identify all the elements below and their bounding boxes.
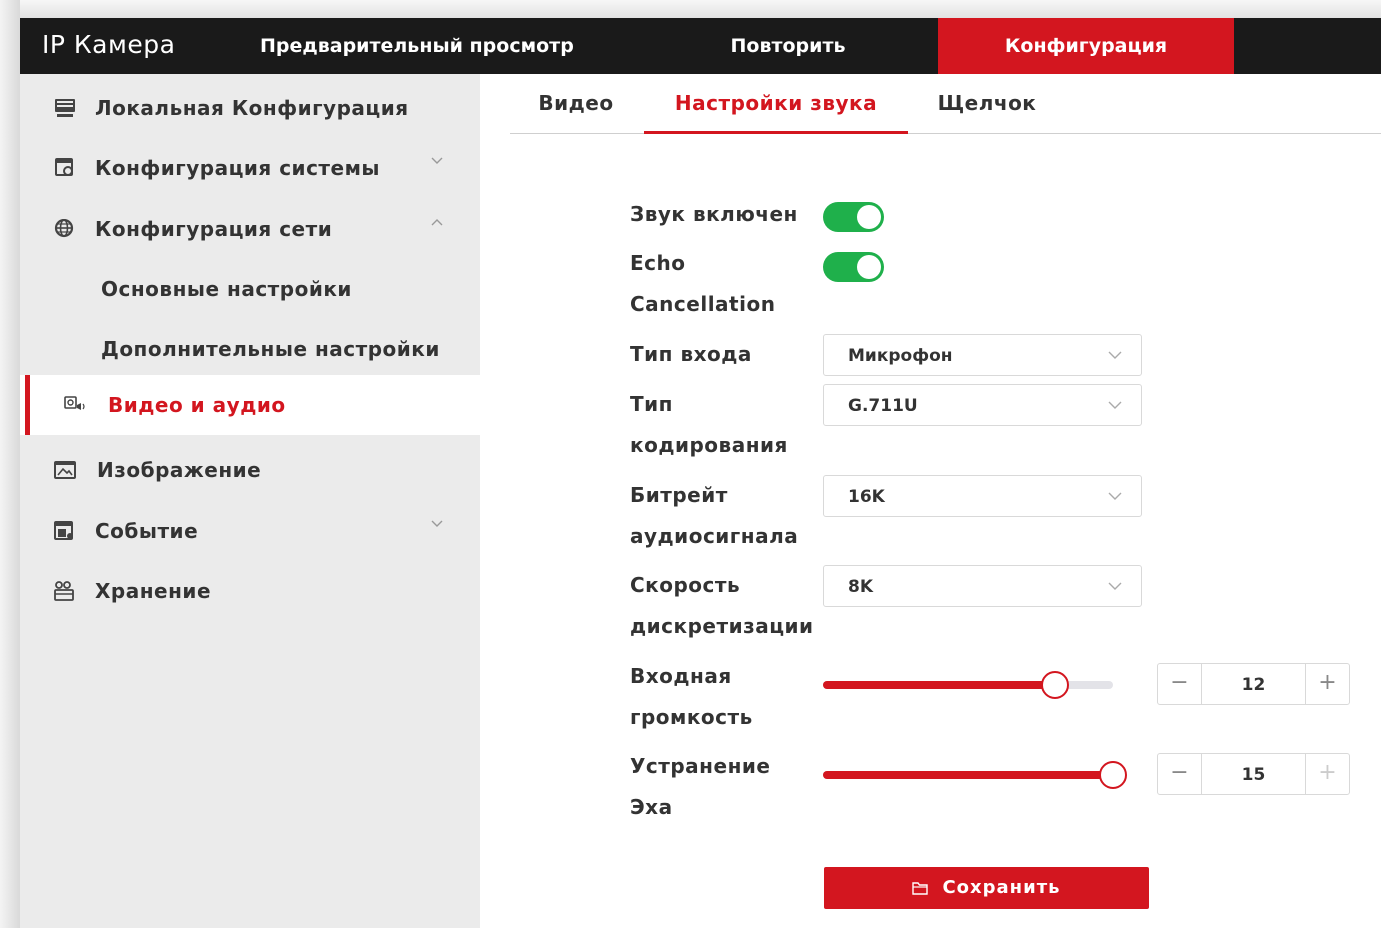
sidebar-item-local-config[interactable]: Локальная Конфигурация [20,78,480,138]
sidebar-item-network-config[interactable]: Конфигурация сети [20,199,480,259]
slider-thumb[interactable] [1099,761,1127,789]
save-button[interactable]: Сохранить [824,867,1149,909]
echo-removal-slider[interactable] [823,761,1127,789]
audio-bitrate-select[interactable]: 16K [823,475,1142,517]
nav-preview[interactable]: Предварительный просмотр [260,18,610,74]
sample-rate-label-line1: Скорость [630,573,741,597]
increment-button[interactable]: + [1305,664,1349,704]
input-volume-label: Входная громкость [630,656,820,738]
chevron-down-icon [1108,401,1122,409]
echo-removal-label-line1: Устранение [630,754,771,778]
sidebar-item-basic-settings[interactable]: Основные настройки [20,259,480,319]
sidebar-item-storage[interactable]: Хранение [20,561,480,621]
image-icon [54,461,76,479]
select-value: 16K [848,487,885,507]
toggle-knob [857,205,881,229]
chevron-up-icon[interactable] [430,215,444,229]
sidebar-item-event[interactable]: Событие [20,501,480,561]
input-volume-slider[interactable] [823,671,1123,699]
sample-rate-label-line2: дискретизации [630,614,814,638]
input-volume-value[interactable]: 12 [1202,664,1305,706]
chevron-down-icon [1108,582,1122,590]
encoding-type-label-line2: кодирования [630,433,788,457]
sample-rate-select[interactable]: 8K [823,565,1142,607]
sidebar-item-label: Локальная Конфигурация [95,96,409,120]
sample-rate-label: Скорость дискретизации [630,565,820,647]
sidebar-item-label: Основные настройки [101,277,352,301]
input-type-select[interactable]: Микрофон [823,334,1142,376]
sidebar: Локальная Конфигурация Конфигурация сист… [20,74,480,928]
folder-icon [912,882,929,895]
select-value: 8K [848,577,874,597]
encoding-type-select[interactable]: G.711U [823,384,1142,426]
audio-bitrate-label-line1: Битрейт [630,483,728,507]
audio-enabled-label: Звук включен [630,202,798,226]
sidebar-item-label: Видео и аудио [108,393,286,417]
sidebar-item-label: Дополнительные настройки [101,337,440,361]
save-button-label: Сохранить [942,877,1061,898]
echo-cancellation-label: Echo Cancellation [630,243,820,325]
slider-fill [823,771,1113,779]
monitor-icon [55,99,75,117]
input-type-label: Тип входа [630,342,752,366]
audio-bitrate-label-line2: аудиосигнала [630,524,799,548]
settings-tabs: Видео Настройки звука Щелчок [510,74,1381,134]
input-volume-label-line2: громкость [630,705,753,729]
input-volume-stepper: − 12 + [1157,663,1350,705]
decrement-button[interactable]: − [1158,664,1202,704]
slider-fill [823,681,1055,689]
tab-audio-settings[interactable]: Настройки звука [644,74,908,134]
echo-cancellation-label-line2: Cancellation [630,292,776,316]
sidebar-item-label: Изображение [97,458,262,482]
active-indicator [25,375,30,435]
window-shadow-top [0,0,1381,18]
chevron-down-icon[interactable] [430,154,444,168]
video-audio-icon [64,396,85,410]
app-title: IP Камера [42,30,176,59]
nav-configuration[interactable]: Конфигурация [938,18,1234,74]
encoding-type-label-line1: Тип [630,392,673,416]
audio-enabled-toggle[interactable] [823,202,884,232]
sidebar-item-label: Хранение [95,579,212,603]
slider-thumb[interactable] [1041,671,1069,699]
increment-button[interactable]: + [1305,754,1349,794]
encoding-type-label: Тип кодирования [630,384,820,466]
sidebar-item-label: Событие [95,519,199,543]
chevron-down-icon [1108,351,1122,359]
echo-removal-label: Устранение Эха [630,746,820,828]
select-value: G.711U [848,396,918,416]
echo-cancellation-toggle[interactable] [823,252,884,282]
sidebar-item-system-config[interactable]: Конфигурация системы [20,138,480,198]
sidebar-item-video-audio[interactable]: Видео и аудио [20,375,480,435]
input-volume-label-line1: Входная [630,664,732,688]
echo-removal-value[interactable]: 15 [1202,754,1305,796]
nav-playback[interactable]: Повторить [700,18,876,74]
sidebar-item-advanced-settings[interactable]: Дополнительные настройки [20,319,480,379]
tab-video[interactable]: Видео [538,74,614,134]
echo-removal-label-line2: Эха [630,795,673,819]
globe-icon [54,219,74,238]
sidebar-item-image[interactable]: Изображение [20,440,480,500]
sidebar-item-label: Конфигурация сети [95,217,333,241]
echo-removal-stepper: − 15 + [1157,753,1350,795]
chevron-down-icon[interactable] [430,517,444,531]
system-settings-icon [55,158,73,176]
sidebar-item-label: Конфигурация системы [95,156,381,180]
tab-click[interactable]: Щелчок [936,74,1038,134]
event-icon [54,521,73,540]
toggle-knob [857,255,881,279]
top-navigation-bar: IP Камера Предварительный просмотр Повто… [20,18,1381,74]
decrement-button[interactable]: − [1158,754,1202,794]
window-shadow-left [0,0,20,928]
storage-icon [54,581,74,601]
audio-bitrate-label: Битрейт аудиосигнала [630,475,820,557]
select-value: Микрофон [848,346,953,366]
chevron-down-icon [1108,492,1122,500]
echo-cancellation-label-line1: Echo [630,251,686,275]
